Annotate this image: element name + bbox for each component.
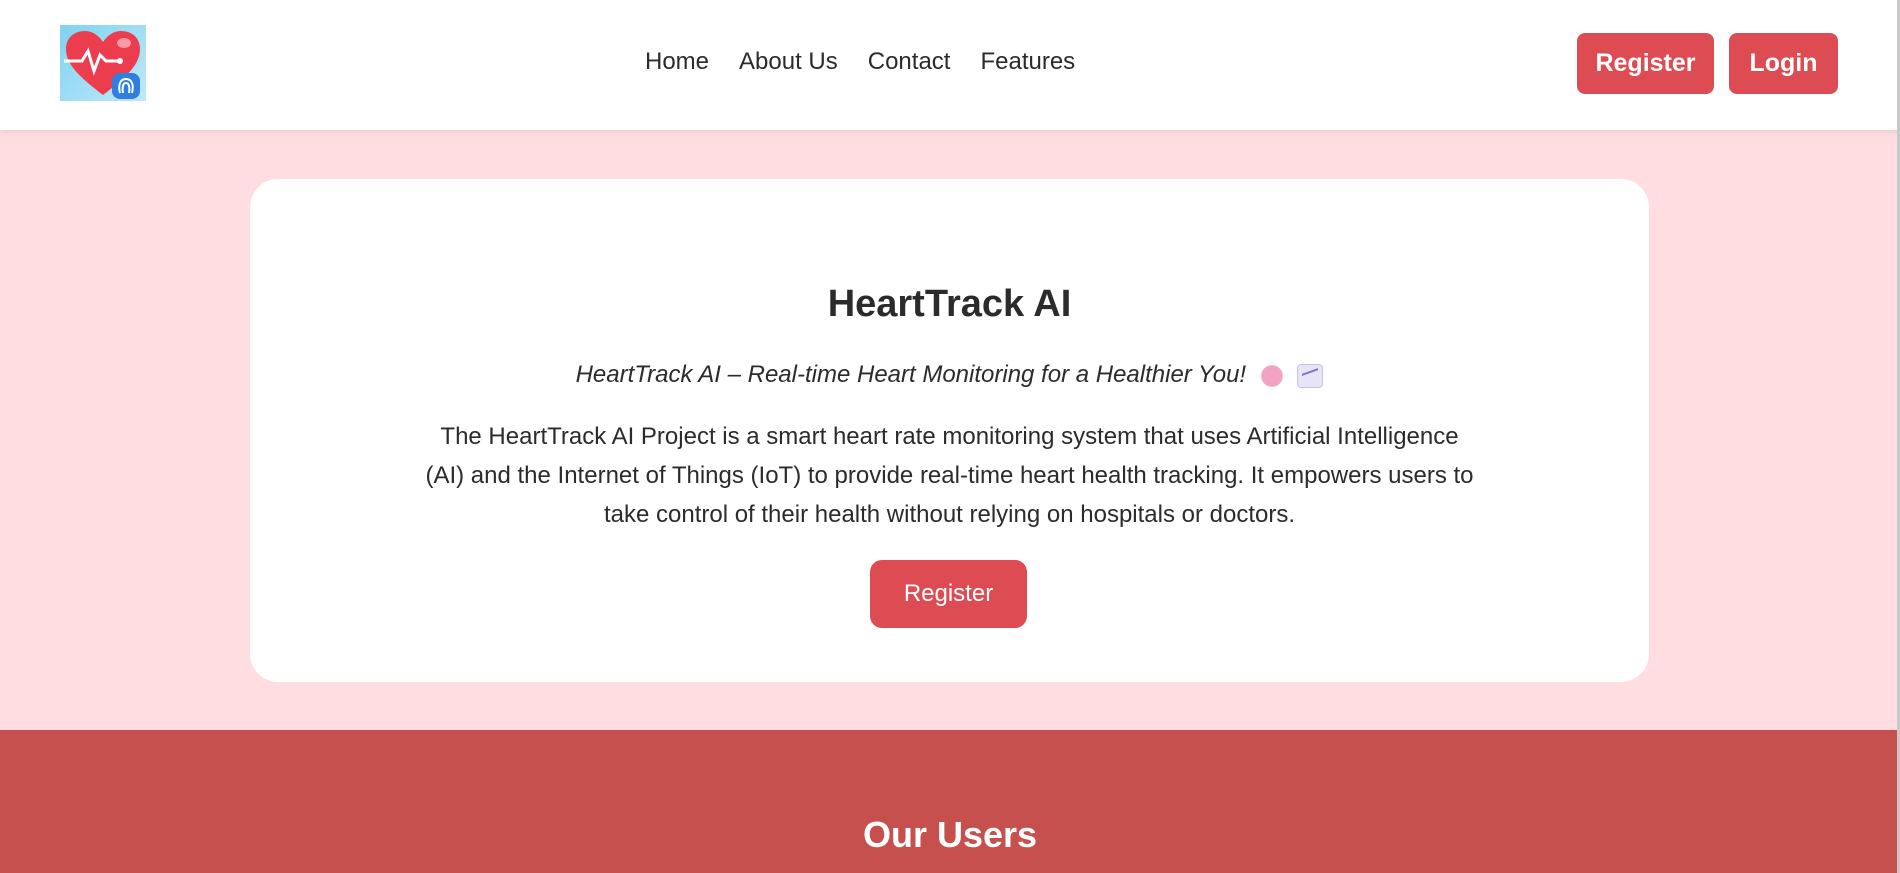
hero-tagline: HeartTrack AI – Real-time Heart Monitori… xyxy=(575,361,1247,388)
our-users-section: Our Users xyxy=(0,730,1900,873)
hero-register-button[interactable]: Register xyxy=(870,560,1027,628)
hero-title: HeartTrack AI xyxy=(827,283,1072,325)
our-users-title: Our Users xyxy=(862,814,1038,855)
nav-link-features[interactable]: Features xyxy=(980,48,1075,76)
navbar: Home About Us Contact Features Register … xyxy=(0,0,1900,130)
hero-card: HeartTrack AI HeartTrack AI – Real-time … xyxy=(250,179,1649,682)
brain-emoji-icon xyxy=(1258,363,1285,388)
main-nav: Home About Us Contact Features xyxy=(645,48,1075,76)
hero-description: The HeartTrack AI Project is a smart hea… xyxy=(425,423,1474,528)
nav-link-home[interactable]: Home xyxy=(645,48,709,76)
heart-pulse-logo[interactable] xyxy=(60,25,146,101)
login-button[interactable]: Login xyxy=(1729,33,1838,94)
hero-tagline-line: HeartTrack AI – Real-time Heart Monitori… xyxy=(250,361,1649,389)
nav-link-contact[interactable]: Contact xyxy=(868,48,951,76)
nav-link-about-us[interactable]: About Us xyxy=(739,48,838,76)
chart-increasing-emoji-icon xyxy=(1297,363,1324,388)
register-button[interactable]: Register xyxy=(1577,33,1714,94)
